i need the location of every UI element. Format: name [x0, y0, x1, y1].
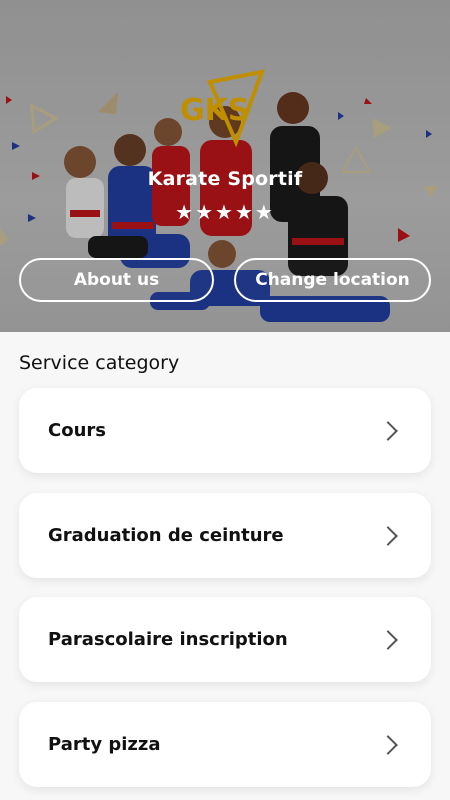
service-category-heading: Service category [19, 352, 180, 374]
service-card-label: Parascolaire inscription [48, 629, 288, 650]
chevron-right-icon [378, 420, 398, 441]
service-card-cours[interactable]: Cours [19, 388, 431, 473]
service-card-label: Graduation de ceinture [48, 525, 284, 546]
service-card-label: Cours [48, 420, 106, 441]
about-us-button[interactable]: About us [19, 258, 214, 302]
chevron-right-icon [378, 629, 398, 650]
service-card-label: Party pizza [48, 734, 161, 755]
change-location-button[interactable]: Change location [234, 258, 431, 302]
rating-stars: ★★★★★ [175, 200, 275, 224]
hero-banner: GKS Karate Sportif ★★★★★ About us Change… [0, 0, 450, 332]
service-card-parascolaire[interactable]: Parascolaire inscription [19, 597, 431, 682]
business-name: Karate Sportif [147, 168, 303, 190]
chevron-right-icon [378, 525, 398, 546]
chevron-right-icon [378, 734, 398, 755]
service-card-graduation[interactable]: Graduation de ceinture [19, 493, 431, 578]
service-card-party-pizza[interactable]: Party pizza [19, 702, 431, 787]
